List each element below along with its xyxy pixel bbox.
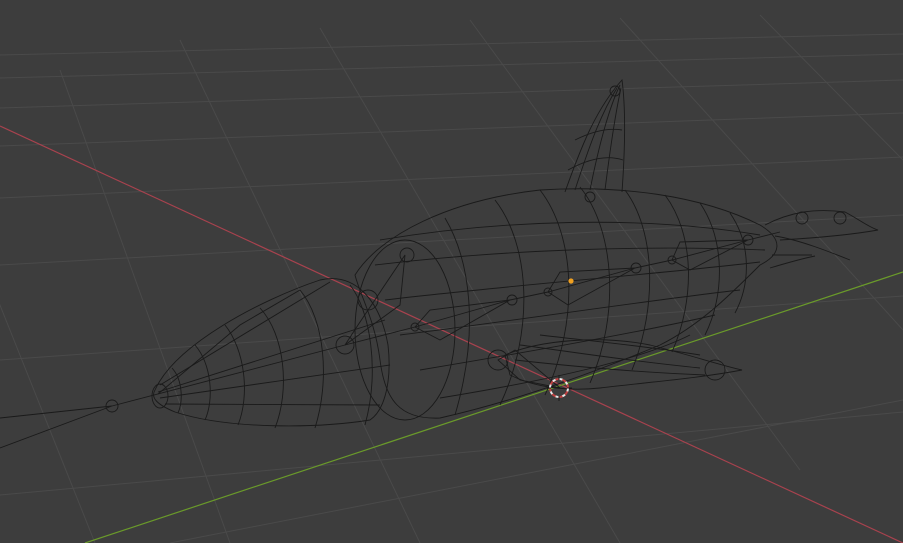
3d-viewport[interactable] xyxy=(0,0,903,543)
viewport-canvas[interactable] xyxy=(0,0,903,543)
dorsal-fin-mesh[interactable] xyxy=(564,78,626,203)
floor-grid xyxy=(0,14,903,543)
y-axis-line xyxy=(84,271,903,543)
x-axis-line xyxy=(0,125,903,543)
object-origin-dot xyxy=(568,278,574,284)
